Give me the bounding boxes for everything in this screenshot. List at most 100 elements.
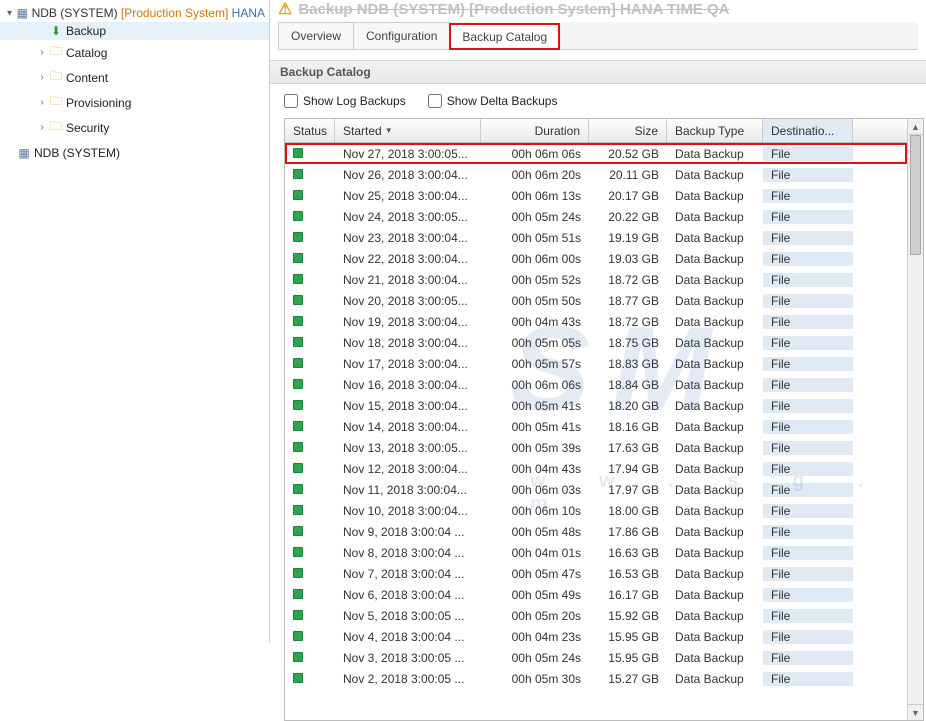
cell-duration: 00h 06m 10s (481, 504, 589, 518)
show-delta-backups-label: Show Delta Backups (447, 94, 558, 108)
table-row[interactable]: Nov 6, 2018 3:00:04 ...00h 05m 49s16.17 … (285, 584, 907, 605)
table-row[interactable]: Nov 19, 2018 3:00:04...00h 04m 43s18.72 … (285, 311, 907, 332)
status-success-icon (293, 295, 303, 305)
cell-duration: 00h 04m 43s (481, 462, 589, 476)
tab-backup-catalog[interactable]: Backup Catalog (449, 23, 560, 50)
col-header-started[interactable]: Started▼ (335, 119, 481, 142)
table-row[interactable]: Nov 10, 2018 3:00:04...00h 06m 10s18.00 … (285, 500, 907, 521)
tree-item-security[interactable]: ›🗀Security (0, 115, 269, 140)
tree-item-provisioning[interactable]: ›🗀Provisioning (0, 90, 269, 115)
status-success-icon (293, 673, 303, 683)
cell-size: 20.11 GB (589, 168, 667, 182)
tree-item-backup[interactable]: ⬇Backup (0, 22, 269, 40)
cell-started: Nov 2, 2018 3:00:05 ... (335, 672, 481, 686)
cell-destination: File (763, 315, 853, 329)
col-header-size[interactable]: Size (589, 119, 667, 142)
table-row[interactable]: Nov 3, 2018 3:00:05 ...00h 05m 24s15.95 … (285, 647, 907, 668)
col-header-type[interactable]: Backup Type (667, 119, 763, 142)
table-row[interactable]: Nov 22, 2018 3:00:04...00h 06m 00s19.03 … (285, 248, 907, 269)
tab-overview[interactable]: Overview (278, 22, 354, 49)
table-row[interactable]: Nov 24, 2018 3:00:05...00h 05m 24s20.22 … (285, 206, 907, 227)
table-row[interactable]: Nov 4, 2018 3:00:04 ...00h 04m 23s15.95 … (285, 626, 907, 647)
cell-duration: 00h 05m 49s (481, 588, 589, 602)
col-header-duration[interactable]: Duration (481, 119, 589, 142)
cell-started: Nov 6, 2018 3:00:04 ... (335, 588, 481, 602)
show-log-backups-input[interactable] (284, 94, 298, 108)
expand-icon[interactable]: ▾ (4, 8, 15, 19)
table-row[interactable]: Nov 7, 2018 3:00:04 ...00h 05m 47s16.53 … (285, 563, 907, 584)
table-row[interactable]: Nov 20, 2018 3:00:05...00h 05m 50s18.77 … (285, 290, 907, 311)
status-success-icon (293, 337, 303, 347)
table-row[interactable]: Nov 21, 2018 3:00:04...00h 05m 52s18.72 … (285, 269, 907, 290)
cell-destination: File (763, 462, 853, 476)
col-header-status[interactable]: Status (285, 119, 335, 142)
scroll-thumb[interactable] (910, 135, 921, 255)
table-row[interactable]: Nov 27, 2018 3:00:05...00h 06m 06s20.52 … (285, 143, 907, 164)
scroll-down-button[interactable]: ▼ (908, 704, 923, 720)
status-success-icon (293, 505, 303, 515)
tab-configuration[interactable]: Configuration (353, 22, 450, 49)
cell-size: 16.17 GB (589, 588, 667, 602)
cell-size: 18.20 GB (589, 399, 667, 413)
tree-item-catalog[interactable]: ›🗀Catalog (0, 40, 269, 65)
cell-duration: 00h 05m 57s (481, 357, 589, 371)
cell-destination: File (763, 336, 853, 350)
cell-destination: File (763, 672, 853, 686)
cell-duration: 00h 06m 20s (481, 168, 589, 182)
show-log-backups-checkbox[interactable]: Show Log Backups (284, 94, 406, 108)
cell-started: Nov 12, 2018 3:00:04... (335, 462, 481, 476)
col-header-destination[interactable]: Destinatio... (763, 119, 853, 142)
status-success-icon (293, 148, 303, 158)
table-row[interactable]: Nov 14, 2018 3:00:04...00h 05m 41s18.16 … (285, 416, 907, 437)
status-success-icon (293, 610, 303, 620)
tree-root-ndb-2[interactable]: ▦ NDB (SYSTEM) (0, 144, 269, 162)
cell-size: 17.63 GB (589, 441, 667, 455)
tree-root-label-hana: HANA (232, 6, 265, 20)
cell-type: Data Backup (667, 588, 763, 602)
cell-duration: 00h 05m 48s (481, 525, 589, 539)
cell-destination: File (763, 252, 853, 266)
show-delta-backups-input[interactable] (428, 94, 442, 108)
cell-duration: 00h 06m 13s (481, 189, 589, 203)
table-row[interactable]: Nov 18, 2018 3:00:04...00h 05m 05s18.75 … (285, 332, 907, 353)
expand-icon[interactable]: › (36, 97, 48, 108)
cell-started: Nov 23, 2018 3:00:04... (335, 231, 481, 245)
table-row[interactable]: Nov 15, 2018 3:00:04...00h 05m 41s18.20 … (285, 395, 907, 416)
table-row[interactable]: Nov 26, 2018 3:00:04...00h 06m 20s20.11 … (285, 164, 907, 185)
tree-item-content[interactable]: ›🗀Content (0, 65, 269, 90)
vertical-scrollbar[interactable]: ▲ ▼ (907, 119, 923, 720)
download-icon: ⬇ (48, 24, 64, 38)
cell-started: Nov 19, 2018 3:00:04... (335, 315, 481, 329)
table-row[interactable]: Nov 5, 2018 3:00:05 ...00h 05m 20s15.92 … (285, 605, 907, 626)
table-row[interactable]: Nov 23, 2018 3:00:04...00h 05m 51s19.19 … (285, 227, 907, 248)
status-success-icon (293, 316, 303, 326)
table-row[interactable]: Nov 9, 2018 3:00:04 ...00h 05m 48s17.86 … (285, 521, 907, 542)
backup-catalog-table: Status Started▼ Duration Size Backup Typ… (284, 118, 924, 721)
table-body: Nov 27, 2018 3:00:05...00h 06m 06s20.52 … (285, 143, 907, 720)
show-delta-backups-checkbox[interactable]: Show Delta Backups (428, 94, 558, 108)
expand-icon[interactable]: › (36, 47, 48, 58)
cell-duration: 00h 05m 30s (481, 672, 589, 686)
cell-destination: File (763, 378, 853, 392)
expand-icon[interactable]: › (36, 72, 48, 83)
tree-root-label-sys: NDB (SYSTEM) (32, 6, 118, 20)
table-row[interactable]: Nov 11, 2018 3:00:04...00h 06m 03s17.97 … (285, 479, 907, 500)
scroll-up-button[interactable]: ▲ (908, 119, 923, 135)
table-row[interactable]: Nov 2, 2018 3:00:05 ...00h 05m 30s15.27 … (285, 668, 907, 689)
cell-destination: File (763, 546, 853, 560)
cell-started: Nov 7, 2018 3:00:04 ... (335, 567, 481, 581)
table-row[interactable]: Nov 8, 2018 3:00:04 ...00h 04m 01s16.63 … (285, 542, 907, 563)
status-success-icon (293, 274, 303, 284)
table-row[interactable]: Nov 25, 2018 3:00:04...00h 06m 13s20.17 … (285, 185, 907, 206)
table-row[interactable]: Nov 12, 2018 3:00:04...00h 04m 43s17.94 … (285, 458, 907, 479)
cell-duration: 00h 05m 39s (481, 441, 589, 455)
status-success-icon (293, 253, 303, 263)
table-row[interactable]: Nov 17, 2018 3:00:04...00h 05m 57s18.83 … (285, 353, 907, 374)
tree-root-ndb[interactable]: ▾ ▦ NDB (SYSTEM) [Production System] HAN… (0, 4, 269, 22)
expand-icon[interactable]: › (36, 122, 48, 133)
folder-icon: 🗀 (48, 117, 64, 138)
table-row[interactable]: Nov 13, 2018 3:00:05...00h 05m 39s17.63 … (285, 437, 907, 458)
cell-type: Data Backup (667, 315, 763, 329)
navigator-tree: ▾ ▦ NDB (SYSTEM) [Production System] HAN… (0, 0, 270, 643)
table-row[interactable]: Nov 16, 2018 3:00:04...00h 06m 06s18.84 … (285, 374, 907, 395)
